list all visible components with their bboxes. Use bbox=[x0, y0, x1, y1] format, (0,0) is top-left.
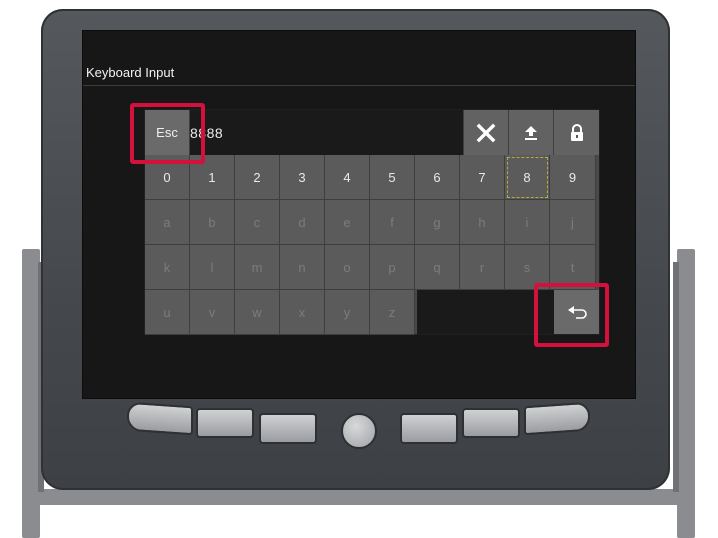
key-r[interactable]: r bbox=[460, 245, 505, 290]
key-m[interactable]: m bbox=[235, 245, 280, 290]
key-n[interactable]: n bbox=[280, 245, 325, 290]
hardware-button-3[interactable] bbox=[259, 413, 317, 444]
page-title: Keyboard Input bbox=[86, 65, 175, 80]
key-e[interactable]: e bbox=[325, 200, 370, 245]
key-w[interactable]: w bbox=[235, 290, 280, 335]
lock-button[interactable] bbox=[553, 110, 599, 155]
key-3[interactable]: 3 bbox=[280, 155, 325, 200]
hardware-button-2[interactable] bbox=[196, 408, 254, 438]
key-l[interactable]: l bbox=[190, 245, 235, 290]
key-p[interactable]: p bbox=[370, 245, 415, 290]
key-8[interactable]: 8 bbox=[505, 155, 550, 200]
key-d[interactable]: d bbox=[280, 200, 325, 245]
key-x[interactable]: x bbox=[280, 290, 325, 335]
enter-highlight bbox=[534, 283, 609, 347]
mount-bracket-base bbox=[22, 489, 695, 505]
key-i[interactable]: i bbox=[505, 200, 550, 245]
key-v[interactable]: v bbox=[190, 290, 235, 335]
upload-button[interactable] bbox=[508, 110, 553, 155]
key-y[interactable]: y bbox=[325, 290, 370, 335]
key-f[interactable]: f bbox=[370, 200, 415, 245]
key-5[interactable]: 5 bbox=[370, 155, 415, 200]
clear-button[interactable] bbox=[463, 110, 508, 155]
key-h[interactable]: h bbox=[460, 200, 505, 245]
input-field[interactable]: 8888 bbox=[190, 110, 463, 155]
key-6[interactable]: 6 bbox=[415, 155, 460, 200]
lock-icon bbox=[570, 123, 583, 141]
key-4[interactable]: 4 bbox=[325, 155, 370, 200]
key-o[interactable]: o bbox=[325, 245, 370, 290]
key-j[interactable]: j bbox=[550, 200, 596, 245]
key-9[interactable]: 9 bbox=[550, 155, 596, 200]
key-b[interactable]: b bbox=[190, 200, 235, 245]
hardware-button-5[interactable] bbox=[462, 408, 520, 438]
key-u[interactable]: u bbox=[145, 290, 190, 335]
key-g[interactable]: g bbox=[415, 200, 460, 245]
hardware-button-1[interactable] bbox=[127, 401, 193, 436]
on-screen-keyboard: Esc 8888 0123456789abcdefghijklmnopqrstu… bbox=[144, 109, 600, 335]
close-icon bbox=[476, 123, 496, 142]
key-c[interactable]: c bbox=[235, 200, 280, 245]
key-k[interactable]: k bbox=[145, 245, 190, 290]
hardware-button-4[interactable] bbox=[400, 413, 458, 444]
key-2[interactable]: 2 bbox=[235, 155, 280, 200]
key-z[interactable]: z bbox=[370, 290, 415, 335]
key-a[interactable]: a bbox=[145, 200, 190, 245]
key-q[interactable]: q bbox=[415, 245, 460, 290]
esc-highlight bbox=[130, 103, 205, 164]
mount-bracket-inner-right bbox=[673, 262, 679, 492]
upload-icon bbox=[525, 125, 537, 140]
rotary-knob[interactable] bbox=[341, 413, 377, 449]
key-7[interactable]: 7 bbox=[460, 155, 505, 200]
hardware-button-6[interactable] bbox=[524, 401, 590, 436]
